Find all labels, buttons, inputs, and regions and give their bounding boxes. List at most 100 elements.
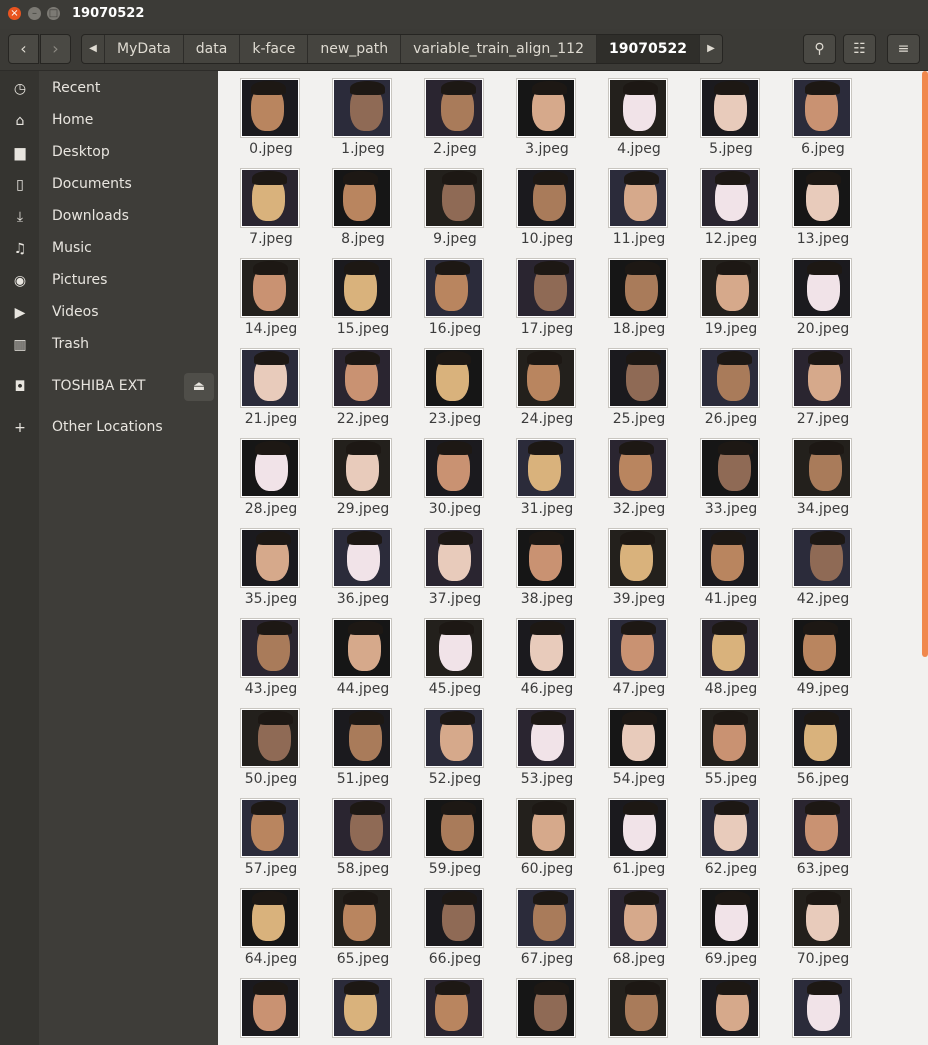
file-item[interactable]: 6.jpeg [788,71,858,161]
file-item[interactable]: 16.jpeg [420,251,490,341]
breadcrumb-item[interactable]: data [184,35,241,63]
file-item[interactable]: 33.jpeg [696,431,766,521]
forward-button[interactable]: › [40,34,71,64]
file-item[interactable]: 30.jpeg [420,431,490,521]
file-item[interactable]: 32.jpeg [604,431,674,521]
file-item[interactable]: 57.jpeg [236,791,306,881]
file-item[interactable]: 8.jpeg [328,161,398,251]
sidebar-item-other-locations[interactable]: + Other Locations [0,414,218,442]
file-item[interactable]: 47.jpeg [604,611,674,701]
file-item[interactable]: 23.jpeg [420,341,490,431]
file-item[interactable] [696,971,766,1045]
file-item[interactable]: 52.jpeg [420,701,490,791]
file-item[interactable]: 67.jpeg [512,881,582,971]
file-item[interactable]: 5.jpeg [696,71,766,161]
menu-button[interactable]: ≡ [887,34,920,64]
file-item[interactable] [328,971,398,1045]
file-item[interactable]: 50.jpeg [236,701,306,791]
file-item[interactable]: 60.jpeg [512,791,582,881]
file-item[interactable]: 9.jpeg [420,161,490,251]
file-item[interactable]: 49.jpeg [788,611,858,701]
view-options-button[interactable]: ☷ [843,34,876,64]
eject-button[interactable]: ⏏ [184,373,214,401]
file-item[interactable]: 1.jpeg [328,71,398,161]
file-item[interactable]: 66.jpeg [420,881,490,971]
file-item[interactable]: 65.jpeg [328,881,398,971]
file-item[interactable]: 21.jpeg [236,341,306,431]
file-item[interactable]: 34.jpeg [788,431,858,521]
file-item[interactable]: 4.jpeg [604,71,674,161]
file-item[interactable]: 69.jpeg [696,881,766,971]
file-item[interactable]: 28.jpeg [236,431,306,521]
file-item[interactable]: 59.jpeg [420,791,490,881]
file-item[interactable]: 27.jpeg [788,341,858,431]
file-item[interactable]: 53.jpeg [512,701,582,791]
file-item[interactable]: 17.jpeg [512,251,582,341]
breadcrumb-item[interactable]: MyData [105,35,184,63]
breadcrumb-scroll-left-button[interactable]: ◀ [82,35,105,63]
file-item[interactable]: 15.jpeg [328,251,398,341]
file-item[interactable]: 37.jpeg [420,521,490,611]
file-item[interactable]: 51.jpeg [328,701,398,791]
file-item[interactable] [420,971,490,1045]
breadcrumb-item[interactable]: new_path [308,35,402,63]
file-item[interactable]: 20.jpeg [788,251,858,341]
file-item[interactable]: 3.jpeg [512,71,582,161]
sidebar-item-videos[interactable]: ▶ Videos [0,299,218,327]
file-item[interactable]: 46.jpeg [512,611,582,701]
file-item[interactable]: 35.jpeg [236,521,306,611]
file-item[interactable]: 70.jpeg [788,881,858,971]
file-item[interactable]: 41.jpeg [696,521,766,611]
sidebar-item-trash[interactable]: ▥ Trash [0,331,218,359]
sidebar-item-documents[interactable]: ▯ Documents [0,171,218,199]
file-item[interactable]: 19.jpeg [696,251,766,341]
file-item[interactable]: 45.jpeg [420,611,490,701]
file-item[interactable]: 25.jpeg [604,341,674,431]
sidebar-item-music[interactable]: ♫ Music [0,235,218,263]
file-item[interactable]: 54.jpeg [604,701,674,791]
file-item[interactable]: 62.jpeg [696,791,766,881]
breadcrumb-item[interactable]: k-face [240,35,309,63]
close-window-button[interactable]: × [8,7,21,20]
file-item[interactable] [512,971,582,1045]
breadcrumb-item-current[interactable]: 19070522 [597,35,700,63]
file-item[interactable]: 7.jpeg [236,161,306,251]
file-item[interactable]: 29.jpeg [328,431,398,521]
file-item[interactable]: 2.jpeg [420,71,490,161]
back-button[interactable]: ‹ [8,34,39,64]
breadcrumb-item[interactable]: variable_train_align_112 [401,35,597,63]
file-item[interactable]: 63.jpeg [788,791,858,881]
file-item[interactable]: 26.jpeg [696,341,766,431]
file-item[interactable]: 22.jpeg [328,341,398,431]
file-item[interactable] [788,971,858,1045]
sidebar-item-home[interactable]: ⌂ Home [0,107,218,135]
file-item[interactable]: 24.jpeg [512,341,582,431]
breadcrumb-scroll-right-button[interactable]: ▶ [700,35,722,63]
file-item[interactable]: 36.jpeg [328,521,398,611]
sidebar-item-desktop[interactable]: ▆ Desktop [0,139,218,167]
file-item[interactable]: 14.jpeg [236,251,306,341]
file-item[interactable]: 64.jpeg [236,881,306,971]
file-item[interactable]: 48.jpeg [696,611,766,701]
file-item[interactable]: 42.jpeg [788,521,858,611]
file-item[interactable]: 39.jpeg [604,521,674,611]
scrollbar[interactable] [922,71,928,657]
file-item[interactable]: 18.jpeg [604,251,674,341]
file-item[interactable]: 11.jpeg [604,161,674,251]
file-item[interactable]: 56.jpeg [788,701,858,791]
file-item[interactable]: 13.jpeg [788,161,858,251]
sidebar-item-pictures[interactable]: ◉ Pictures [0,267,218,295]
search-button[interactable]: ⚲ [803,34,836,64]
file-item[interactable]: 10.jpeg [512,161,582,251]
sidebar-item-downloads[interactable]: ⤓ Downloads [0,203,218,231]
maximize-window-button[interactable]: □ [47,7,60,20]
file-item[interactable]: 68.jpeg [604,881,674,971]
file-item[interactable]: 0.jpeg [236,71,306,161]
file-item[interactable]: 43.jpeg [236,611,306,701]
minimize-window-button[interactable]: – [28,7,41,20]
sidebar-item-recent[interactable]: ◷ Recent [0,75,218,103]
file-item[interactable] [236,971,306,1045]
file-item[interactable]: 12.jpeg [696,161,766,251]
file-item[interactable]: 55.jpeg [696,701,766,791]
file-item[interactable]: 58.jpeg [328,791,398,881]
